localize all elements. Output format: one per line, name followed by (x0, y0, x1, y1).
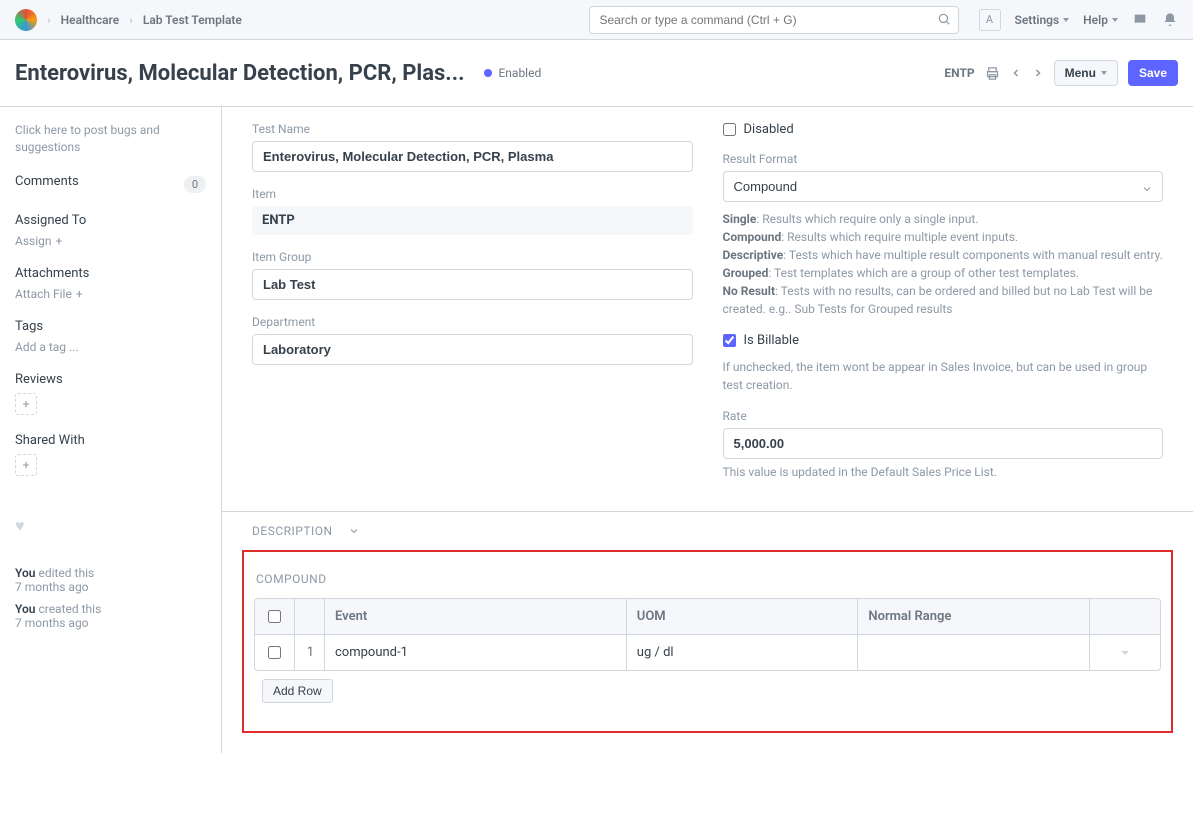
breadcrumb-healthcare[interactable]: Healthcare (61, 13, 120, 27)
tags-action[interactable]: Add a tag ... (15, 340, 206, 354)
rate-help: This value is updated in the Default Sal… (723, 463, 1164, 481)
caret-down-icon (1119, 647, 1131, 659)
test-name-input[interactable] (252, 141, 693, 172)
bell-icon[interactable] (1162, 12, 1178, 28)
left-column: Test Name Item ENTP Item Group Departmen… (252, 122, 693, 496)
doc-code: ENTP (944, 66, 974, 80)
billable-checkbox[interactable] (723, 334, 736, 347)
department-input[interactable] (252, 334, 693, 365)
plus-icon: + (76, 287, 83, 301)
rate-label: Rate (723, 409, 1164, 423)
col-uom: UOM (627, 599, 859, 634)
global-search[interactable] (589, 6, 959, 34)
table-row[interactable]: 1 compound-1 ug / dl (255, 635, 1160, 670)
compound-grid: Event UOM Normal Range 1 compound-1 ug /… (254, 598, 1161, 671)
item-value: ENTP (252, 206, 693, 235)
add-review-button[interactable]: + (15, 393, 37, 415)
chevron-down-icon (1141, 183, 1153, 195)
row-actions[interactable] (1090, 635, 1160, 670)
chevron-right-icon: › (129, 13, 133, 27)
navbar: › Healthcare › Lab Test Template A Setti… (0, 0, 1193, 40)
attachments-label: Attachments (15, 266, 206, 281)
next-doc-icon[interactable] (1032, 67, 1044, 79)
search-icon (937, 12, 951, 26)
tags-label: Tags (15, 319, 206, 334)
result-format-label: Result Format (723, 152, 1164, 166)
audit-created: You created this 7 months ago (15, 602, 206, 630)
row-index: 1 (295, 635, 325, 670)
cell-range[interactable] (858, 635, 1090, 670)
cell-uom[interactable]: ug / dl (627, 635, 859, 670)
audit-edited: You edited this 7 months ago (15, 566, 206, 594)
assign-action[interactable]: Assign + (15, 234, 206, 248)
chevron-right-icon: › (47, 13, 51, 27)
prev-doc-icon[interactable] (1010, 67, 1022, 79)
bugs-link[interactable]: Click here to post bugs and suggestions (15, 122, 206, 156)
compound-grid-wrap: Event UOM Normal Range 1 compound-1 ug /… (244, 598, 1171, 711)
col-event: Event (325, 599, 627, 634)
grid-header: Event UOM Normal Range (255, 599, 1160, 635)
cell-event[interactable]: compound-1 (325, 635, 627, 670)
caret-down-icon (1063, 18, 1069, 22)
add-row-button[interactable]: Add Row (262, 679, 333, 703)
result-format-select[interactable] (723, 171, 1164, 202)
breadcrumb: › Healthcare › Lab Test Template (47, 13, 242, 27)
search-input[interactable] (589, 6, 959, 34)
item-label: Item (252, 187, 693, 201)
assigned-label: Assigned To (15, 213, 206, 228)
save-button[interactable]: Save (1128, 60, 1178, 86)
col-range: Normal Range (858, 599, 1090, 634)
reviews-label: Reviews (15, 372, 206, 387)
menu-button[interactable]: Menu (1054, 60, 1118, 86)
page-title: Enterovirus, Molecular Detection, PCR, P… (15, 61, 464, 86)
add-share-button[interactable]: + (15, 454, 37, 476)
shared-label: Shared With (15, 433, 206, 448)
status-dot-icon (484, 69, 492, 77)
rate-input[interactable] (723, 428, 1164, 459)
form-section: Test Name Item ENTP Item Group Departmen… (222, 107, 1193, 511)
main-content: Test Name Item ENTP Item Group Departmen… (221, 107, 1193, 753)
billable-help: If unchecked, the item wont be appear in… (723, 358, 1164, 394)
result-format-help: Single: Results which require only a sin… (723, 210, 1164, 318)
like-icon[interactable]: ♥ (15, 516, 206, 536)
compound-section: COMPOUND Event UOM Normal Range 1 (242, 550, 1173, 733)
comments-count: 0 (184, 176, 206, 193)
attach-action[interactable]: Attach File + (15, 287, 206, 301)
print-icon[interactable] (985, 66, 1000, 81)
app-logo[interactable] (15, 9, 37, 31)
caret-down-icon (1112, 18, 1118, 22)
item-group-input[interactable] (252, 269, 693, 300)
department-label: Department (252, 315, 693, 329)
user-avatar[interactable]: A (979, 9, 1001, 31)
item-group-label: Item Group (252, 250, 693, 264)
row-checkbox[interactable] (268, 646, 281, 659)
sidebar: Click here to post bugs and suggestions … (0, 107, 221, 753)
caret-down-icon (1101, 71, 1107, 75)
compound-section-head[interactable]: COMPOUND (244, 552, 1171, 598)
chevron-down-icon (348, 525, 360, 537)
chat-icon[interactable] (1132, 12, 1148, 28)
layout: Click here to post bugs and suggestions … (0, 107, 1193, 753)
plus-icon: + (56, 234, 63, 248)
select-all-checkbox[interactable] (268, 610, 281, 623)
page-header: Enterovirus, Molecular Detection, PCR, P… (0, 40, 1193, 107)
page-actions: ENTP Menu Save (944, 60, 1178, 86)
status-indicator: Enabled (484, 66, 541, 80)
disabled-checkbox[interactable] (723, 123, 736, 136)
test-name-label: Test Name (252, 122, 693, 136)
breadcrumb-lab-test-template[interactable]: Lab Test Template (143, 13, 242, 27)
billable-label: Is Billable (744, 333, 799, 348)
right-column: Disabled Result Format Single: Results w… (723, 122, 1164, 496)
help-menu[interactable]: Help (1083, 13, 1118, 27)
disabled-label: Disabled (744, 122, 794, 137)
settings-menu[interactable]: Settings (1015, 13, 1070, 27)
comments-label[interactable]: Comments (15, 174, 79, 189)
description-section-head[interactable]: DESCRIPTION (222, 511, 1193, 550)
nav-right: A Settings Help (979, 9, 1179, 31)
